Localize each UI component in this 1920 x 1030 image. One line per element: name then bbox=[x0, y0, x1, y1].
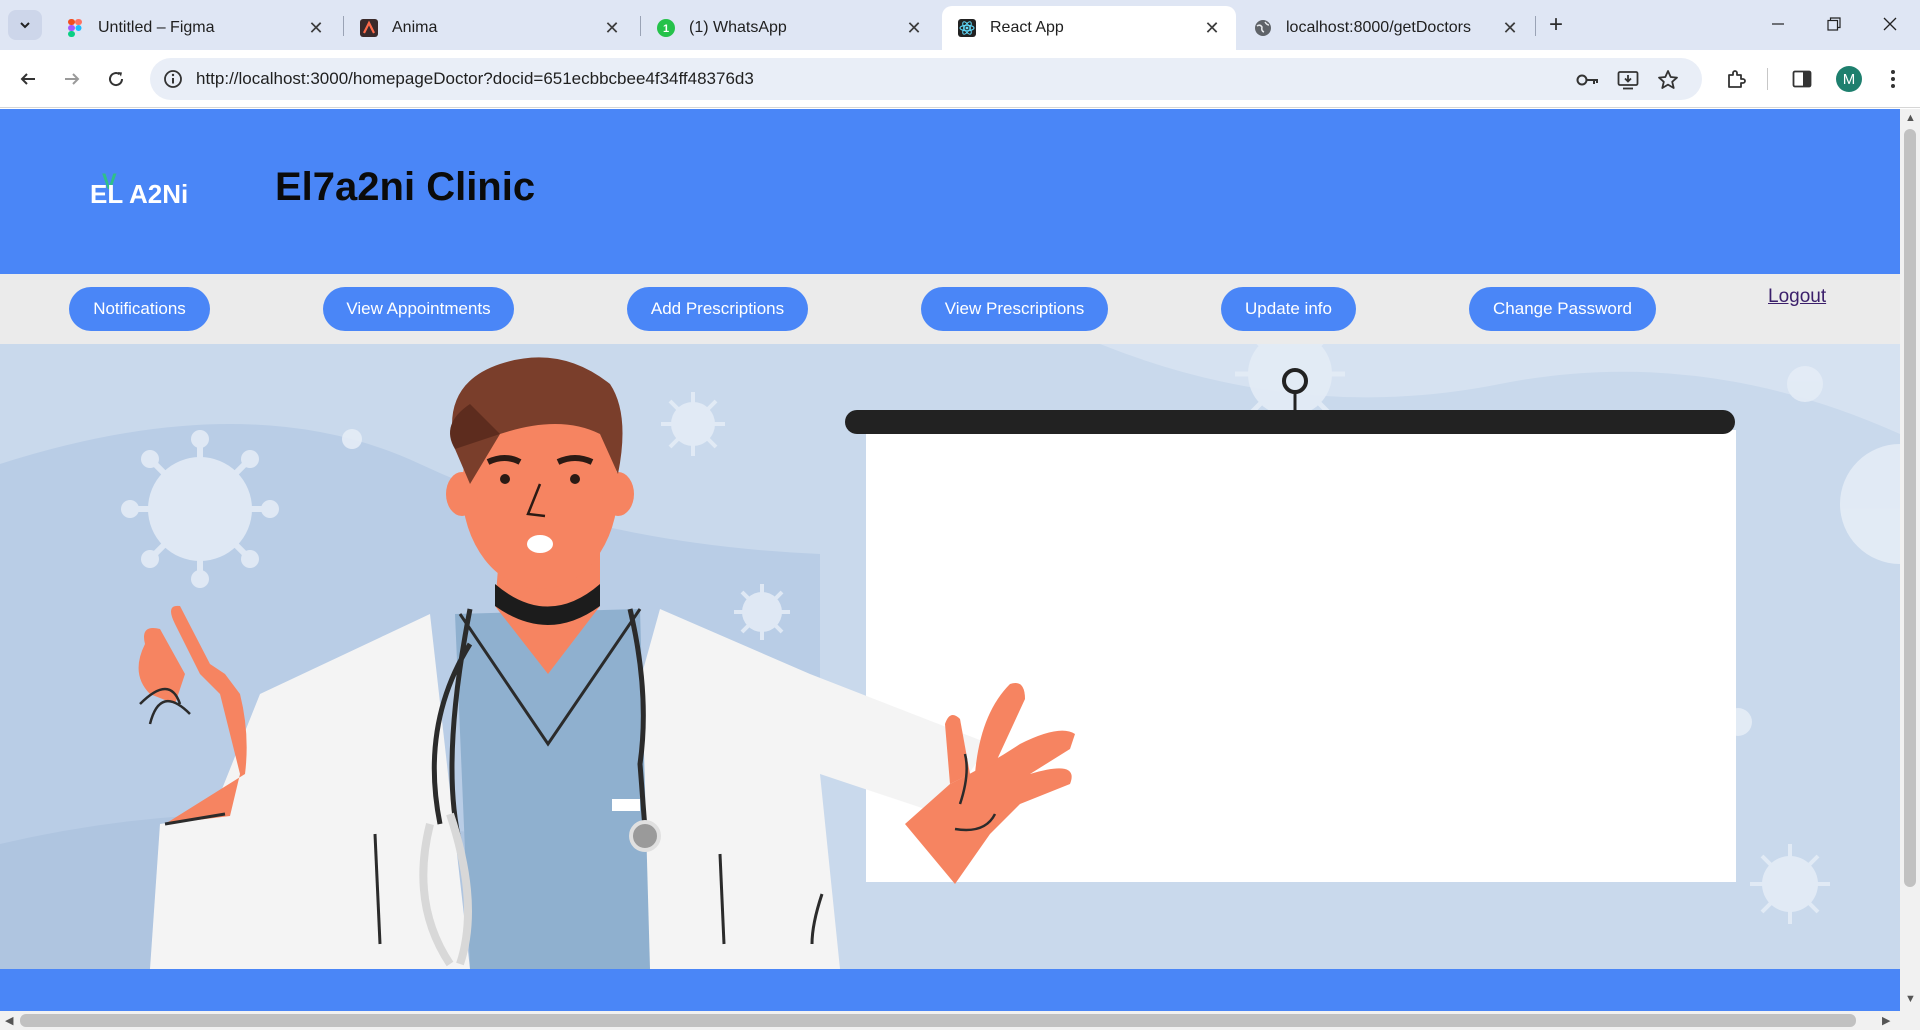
tab-whatsapp[interactable]: 1 (1) WhatsApp ✕ bbox=[641, 6, 938, 50]
change-password-button[interactable]: Change Password bbox=[1469, 287, 1656, 331]
view-prescriptions-button[interactable]: View Prescriptions bbox=[921, 287, 1108, 331]
scroll-up-icon[interactable]: ▲ bbox=[1905, 112, 1916, 124]
profile-avatar[interactable]: M bbox=[1836, 66, 1862, 92]
page-title: El7a2ni Clinic bbox=[275, 165, 536, 209]
tab-strip: Untitled – Figma ✕ Anima ✕ 1 (1) WhatsAp… bbox=[0, 0, 1920, 50]
tab-title: localhost:8000/getDoctors bbox=[1286, 19, 1471, 36]
anima-icon bbox=[360, 19, 378, 37]
close-icon[interactable]: ✕ bbox=[602, 18, 622, 38]
doctor-nav: Notifications View Appointments Add Pres… bbox=[0, 274, 1900, 344]
tab-figma[interactable]: Untitled – Figma ✕ bbox=[50, 6, 340, 50]
tab-react-app[interactable]: React App ✕ bbox=[942, 6, 1236, 50]
install-app-icon[interactable] bbox=[1614, 66, 1642, 94]
logo-text: EL A2Ni bbox=[90, 179, 189, 209]
extensions-button[interactable] bbox=[1718, 61, 1754, 97]
chevron-down-icon bbox=[20, 22, 30, 29]
tab-title: Untitled – Figma bbox=[98, 19, 215, 36]
react-icon bbox=[958, 19, 976, 37]
close-window-button[interactable] bbox=[1864, 0, 1916, 48]
tab-search-button[interactable] bbox=[8, 10, 42, 40]
password-key-icon[interactable] bbox=[1574, 66, 1602, 94]
new-tab-button[interactable]: + bbox=[1540, 10, 1572, 40]
vertical-scrollbar[interactable]: ▲ ▼ bbox=[1900, 109, 1920, 1011]
plus-icon: + bbox=[1548, 11, 1563, 38]
site-footer bbox=[0, 969, 1900, 1011]
doctor-presentation-illustration bbox=[0, 344, 1900, 969]
close-icon bbox=[1883, 17, 1897, 31]
scroll-left-icon[interactable]: ◀ bbox=[5, 1014, 13, 1027]
scroll-right-icon[interactable]: ▶ bbox=[1882, 1014, 1890, 1027]
arrow-right-icon bbox=[65, 73, 80, 85]
horizontal-scrollbar[interactable]: ◀ ▶ bbox=[0, 1011, 1920, 1030]
vertical-scroll-thumb[interactable] bbox=[1904, 129, 1916, 887]
reload-button[interactable] bbox=[98, 61, 134, 97]
bookmark-star-icon[interactable] bbox=[1654, 66, 1682, 94]
arrow-left-icon bbox=[20, 73, 35, 85]
more-vertical-icon bbox=[1891, 70, 1895, 88]
close-icon[interactable]: ✕ bbox=[904, 18, 924, 38]
url-text[interactable]: http://localhost:3000/homepageDoctor?doc… bbox=[196, 58, 754, 100]
restore-button[interactable] bbox=[1808, 0, 1860, 48]
update-info-button[interactable]: Update info bbox=[1221, 287, 1356, 331]
tab-anima[interactable]: Anima ✕ bbox=[344, 6, 636, 50]
view-appointments-button[interactable]: View Appointments bbox=[323, 287, 514, 331]
browser-menu-button[interactable] bbox=[1875, 61, 1911, 97]
close-icon[interactable]: ✕ bbox=[1202, 18, 1222, 38]
globe-icon bbox=[1254, 19, 1272, 37]
reload-icon bbox=[109, 72, 124, 87]
clinic-logo[interactable]: V EL A2Ni bbox=[88, 167, 198, 217]
logout-link[interactable]: Logout bbox=[1768, 286, 1826, 308]
minimize-icon bbox=[1772, 23, 1784, 25]
tab-separator bbox=[1535, 16, 1536, 36]
side-panel-icon bbox=[1792, 70, 1812, 88]
back-button[interactable] bbox=[10, 61, 46, 97]
tab-title: (1) WhatsApp bbox=[689, 19, 787, 36]
site-header: V EL A2Ni El7a2ni Clinic bbox=[0, 109, 1900, 274]
figma-icon bbox=[66, 19, 84, 37]
close-icon[interactable]: ✕ bbox=[1500, 18, 1520, 38]
close-icon[interactable]: ✕ bbox=[306, 18, 326, 38]
tab-title: Anima bbox=[392, 19, 438, 36]
tab-title: React App bbox=[990, 19, 1064, 36]
site-info-icon[interactable] bbox=[160, 66, 186, 92]
forward-button[interactable] bbox=[54, 61, 90, 97]
add-prescriptions-button[interactable]: Add Prescriptions bbox=[627, 287, 808, 331]
browser-toolbar: http://localhost:3000/homepageDoctor?doc… bbox=[0, 50, 1920, 108]
scroll-down-icon[interactable]: ▼ bbox=[1905, 993, 1916, 1005]
page-viewport: V EL A2Ni El7a2ni Clinic Notifications V… bbox=[0, 109, 1900, 1011]
hero-illustration bbox=[0, 344, 1900, 969]
toolbar-divider bbox=[1767, 68, 1768, 90]
tab-getdoctors[interactable]: localhost:8000/getDoctors ✕ bbox=[1238, 6, 1534, 50]
side-panel-button[interactable] bbox=[1784, 61, 1820, 97]
restore-icon bbox=[1827, 17, 1841, 31]
horizontal-scroll-thumb[interactable] bbox=[20, 1014, 1856, 1027]
notifications-button[interactable]: Notifications bbox=[69, 287, 210, 331]
whatsapp-icon: 1 bbox=[657, 19, 675, 37]
virus-decoration bbox=[121, 430, 279, 588]
whatsapp-badge: 1 bbox=[663, 23, 669, 35]
address-bar[interactable]: http://localhost:3000/homepageDoctor?doc… bbox=[150, 58, 1702, 100]
puzzle-icon bbox=[1728, 70, 1746, 88]
minimize-button[interactable] bbox=[1752, 0, 1804, 48]
